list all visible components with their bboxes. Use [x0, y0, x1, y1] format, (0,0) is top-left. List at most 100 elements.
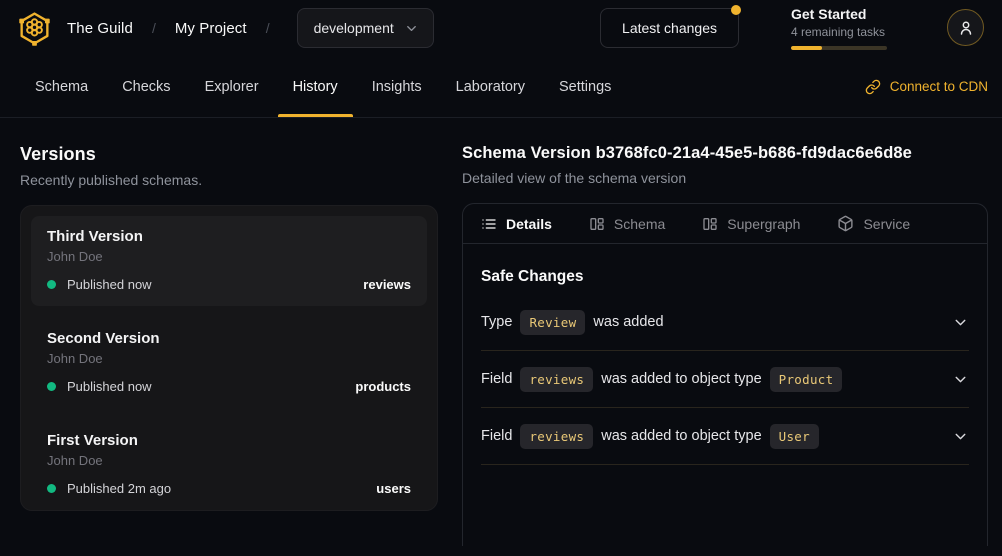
- chevron-down-icon[interactable]: [952, 428, 969, 445]
- get-started-widget[interactable]: Get Started 4 remaining tasks: [791, 6, 887, 50]
- detail-tab-label: Supergraph: [727, 216, 800, 232]
- nav-tab-label: Insights: [372, 79, 422, 95]
- version-list-item[interactable]: Third Version John Doe Published now rev…: [31, 216, 427, 306]
- changes-list: Type Review was added Field reviews was adde…: [481, 294, 969, 465]
- main-content: Versions Recently published schemas. Thi…: [0, 118, 1002, 546]
- notification-dot: [731, 5, 741, 15]
- get-started-progressbar: [791, 46, 887, 50]
- change-badge: reviews: [520, 367, 593, 392]
- detail-tab-label: Details: [506, 216, 552, 232]
- versions-column: Versions Recently published schemas. Thi…: [20, 144, 438, 546]
- box-icon: [837, 215, 854, 232]
- versions-title: Versions: [20, 144, 438, 165]
- chevron-down-icon[interactable]: [952, 314, 969, 331]
- get-started-subtitle: 4 remaining tasks: [791, 25, 887, 39]
- change-description: Field reviews was added to object type Prod…: [481, 367, 842, 392]
- panels-icon: [702, 216, 718, 232]
- nav-tab-insights[interactable]: Insights: [357, 56, 437, 117]
- nav-tab-settings[interactable]: Settings: [544, 56, 626, 117]
- version-name: Second Version: [47, 330, 411, 347]
- schema-version-title: Schema Version b3768fc0-21a4-45e5-b686-f…: [462, 144, 988, 163]
- breadcrumb-separator: /: [147, 20, 161, 36]
- breadcrumb-project[interactable]: My Project: [175, 20, 247, 37]
- schema-version-subtitle: Detailed view of the schema version: [462, 170, 988, 186]
- version-service-name: users: [376, 481, 411, 496]
- main-nav: Schema Checks Explorer History Insights …: [0, 56, 1002, 118]
- nav-tab-label: Laboratory: [456, 79, 525, 95]
- target-selector-value: development: [314, 20, 394, 36]
- published-status-dot: [47, 280, 56, 289]
- detail-tab-service[interactable]: Service: [837, 215, 910, 232]
- version-author: John Doe: [47, 249, 411, 264]
- change-text: Field: [481, 371, 512, 387]
- version-service-name: reviews: [363, 277, 411, 292]
- change-row[interactable]: Field reviews was added to object type User: [481, 408, 969, 465]
- change-text: was added to object type: [601, 428, 761, 444]
- change-row[interactable]: Type Review was added: [481, 294, 969, 351]
- change-badge: reviews: [520, 424, 593, 449]
- safe-changes-title: Safe Changes: [481, 268, 969, 286]
- version-name: Third Version: [47, 228, 411, 245]
- version-published-time: Published now: [67, 277, 152, 292]
- nav-tab-label: History: [293, 79, 338, 95]
- version-meta: Published 2m ago users: [47, 481, 411, 496]
- version-author: John Doe: [47, 453, 411, 468]
- topbar-right: Latest changes Get Started 4 remaining t…: [600, 6, 984, 50]
- detail-tab-label: Schema: [614, 216, 665, 232]
- change-description: Type Review was added: [481, 310, 664, 335]
- versions-subtitle: Recently published schemas.: [20, 172, 438, 188]
- list-icon: [481, 216, 497, 232]
- hive-logo-icon[interactable]: [16, 10, 53, 47]
- nav-tab-label: Explorer: [205, 79, 259, 95]
- chevron-down-icon[interactable]: [952, 371, 969, 388]
- connect-to-cdn-link[interactable]: Connect to CDN: [865, 56, 988, 117]
- nav-tab-label: Settings: [559, 79, 611, 95]
- version-name: First Version: [47, 432, 411, 449]
- schema-version-panel: Details Schema Supergraph Servic: [462, 203, 988, 546]
- version-published-time: Published now: [67, 379, 152, 394]
- change-badge: Review: [520, 310, 585, 335]
- latest-changes-button[interactable]: Latest changes: [600, 8, 739, 48]
- top-bar: The Guild / My Project / development Lat…: [0, 0, 1002, 56]
- chevron-down-icon: [404, 21, 419, 36]
- link-icon: [865, 79, 881, 95]
- get-started-title: Get Started: [791, 6, 887, 23]
- detail-tab-schema[interactable]: Schema: [589, 216, 665, 232]
- panels-icon: [589, 216, 605, 232]
- nav-tab-explorer[interactable]: Explorer: [190, 56, 274, 117]
- detail-tab-label: Service: [863, 216, 910, 232]
- user-avatar[interactable]: [947, 9, 984, 46]
- breadcrumb-separator: /: [261, 20, 275, 36]
- connect-to-cdn-label: Connect to CDN: [890, 79, 988, 94]
- target-selector[interactable]: development: [297, 8, 434, 48]
- version-list-item[interactable]: First Version John Doe Published 2m ago …: [31, 420, 427, 510]
- change-badge: Product: [770, 367, 843, 392]
- nav-tabs: Schema Checks Explorer History Insights …: [20, 56, 626, 117]
- nav-tab-history[interactable]: History: [278, 56, 353, 117]
- version-meta: Published now products: [47, 379, 411, 394]
- version-meta: Published now reviews: [47, 277, 411, 292]
- nav-tab-schema[interactable]: Schema: [20, 56, 103, 117]
- change-text: Type: [481, 314, 512, 330]
- detail-body: Safe Changes TypeReviewwas added Fieldre…: [463, 244, 987, 465]
- change-row[interactable]: Field reviews was added to object type Prod…: [481, 351, 969, 408]
- detail-tab-supergraph[interactable]: Supergraph: [702, 216, 800, 232]
- detail-tabs: Details Schema Supergraph Servic: [463, 204, 987, 244]
- user-icon: [957, 19, 975, 37]
- detail-tab-details[interactable]: Details: [481, 216, 552, 232]
- published-status-dot: [47, 484, 56, 493]
- published-status-dot: [47, 382, 56, 391]
- change-text: was added: [593, 314, 663, 330]
- version-published-time: Published 2m ago: [67, 481, 171, 496]
- breadcrumb-org[interactable]: The Guild: [67, 20, 133, 37]
- change-badge: User: [770, 424, 819, 449]
- nav-tab-checks[interactable]: Checks: [107, 56, 185, 117]
- nav-tab-label: Schema: [35, 79, 88, 95]
- change-text: Field: [481, 428, 512, 444]
- change-text: was added to object type: [601, 371, 761, 387]
- version-list-item[interactable]: Second Version John Doe Published now pr…: [31, 318, 427, 408]
- nav-tab-laboratory[interactable]: Laboratory: [441, 56, 540, 117]
- schema-version-column: Schema Version b3768fc0-21a4-45e5-b686-f…: [462, 144, 988, 546]
- nav-tab-label: Checks: [122, 79, 170, 95]
- version-service-name: products: [355, 379, 411, 394]
